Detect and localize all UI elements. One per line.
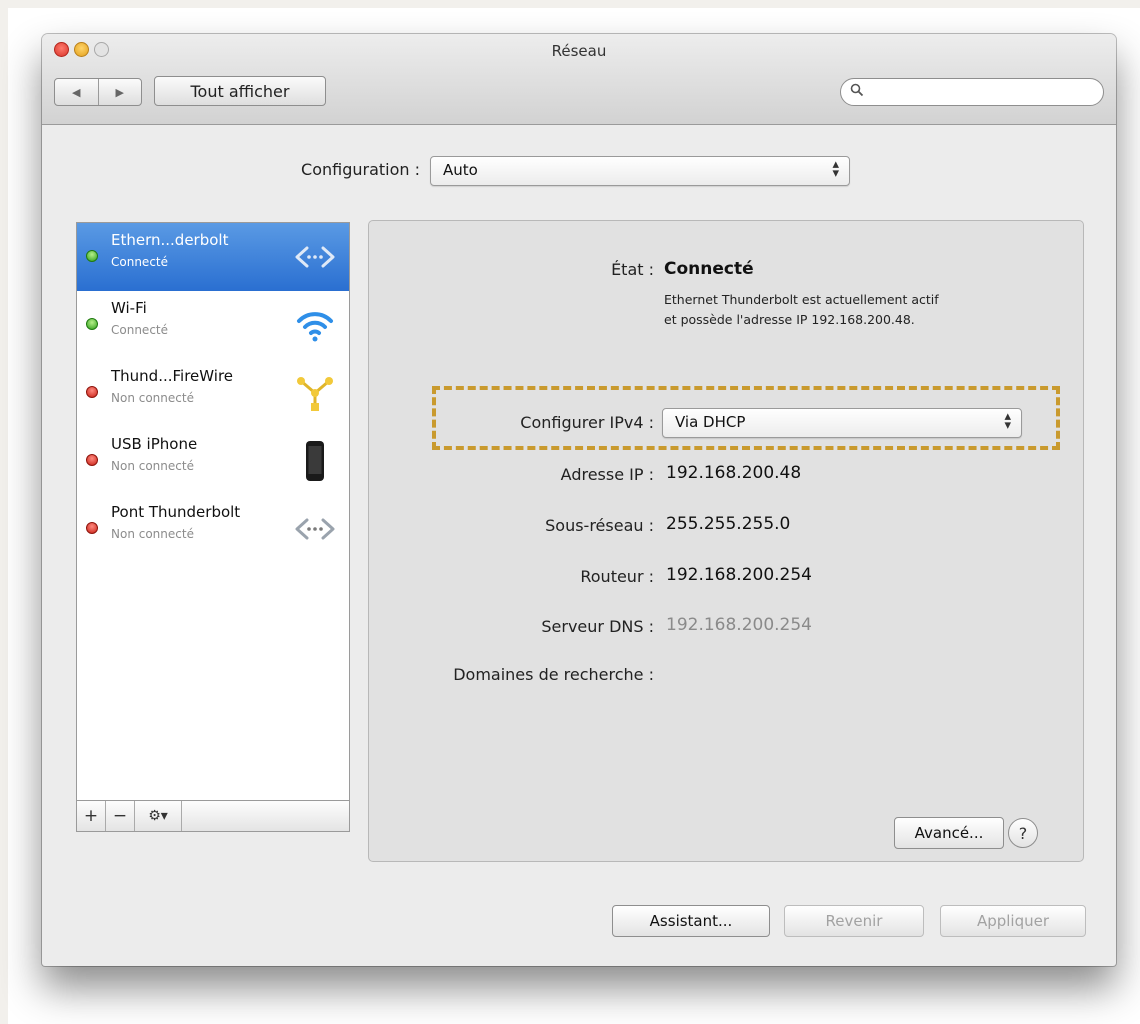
state-label: État : [611, 260, 654, 279]
status-dot-connected-icon [86, 318, 98, 330]
service-item-wifi[interactable]: Wi-Fi Connecté [77, 291, 349, 359]
forward-button[interactable]: ▶ [97, 79, 142, 105]
router-value: 192.168.200.254 [666, 565, 813, 585]
back-arrow-icon: ◀ [72, 85, 81, 99]
add-service-button[interactable]: + [77, 801, 106, 831]
service-name: Wi-Fi [111, 299, 147, 317]
status-dot-disconnected-icon [86, 454, 98, 466]
subnet-value: 255.255.255.0 [666, 514, 791, 534]
search-field[interactable] [840, 78, 1104, 106]
ip-address-label: Adresse IP : [560, 465, 654, 484]
router-label: Routeur : [580, 567, 654, 586]
advanced-button[interactable]: Avancé... [894, 817, 1004, 849]
service-item-ethernet-thunderbolt[interactable]: Ethern...derbolt Connecté [77, 223, 349, 291]
back-forward-buttons: ◀ ▶ [54, 78, 142, 106]
configuration-label: Configuration : [301, 160, 420, 179]
revert-button: Revenir [784, 905, 924, 937]
bridge-arrows-icon [295, 518, 335, 540]
ethernet-arrows-icon [295, 246, 335, 268]
configure-ipv4-label: Configurer IPv4 : [520, 413, 654, 432]
service-item-thunderbolt-bridge[interactable]: Pont Thunderbolt Non connecté [77, 495, 349, 563]
state-description-line1: Ethernet Thunderbolt est actuellement ac… [664, 292, 939, 307]
search-icon [850, 83, 864, 97]
remove-service-button[interactable]: − [106, 801, 135, 831]
iphone-icon [306, 441, 324, 481]
configuration-popup[interactable]: Auto ▴ ▾ [430, 156, 850, 186]
service-item-usb-iphone[interactable]: USB iPhone Non connecté [77, 427, 349, 495]
service-list-toolbar: + − ⚙▾ [77, 800, 349, 831]
status-dot-disconnected-icon [86, 386, 98, 398]
service-status: Connecté [111, 323, 168, 337]
search-domains-label: Domaines de recherche : [453, 665, 654, 684]
service-status: Connecté [111, 255, 168, 269]
service-status: Non connecté [111, 391, 194, 405]
dns-server-label: Serveur DNS : [541, 617, 654, 636]
configure-ipv4-popup[interactable]: Via DHCP ▴ ▾ [662, 408, 1022, 438]
dns-server-value: 192.168.200.254 [666, 615, 813, 635]
help-button[interactable]: ? [1008, 818, 1038, 848]
status-dot-disconnected-icon [86, 522, 98, 534]
assistant-button[interactable]: Assistant... [612, 905, 770, 937]
firewire-icon [297, 377, 333, 411]
service-list: Ethern...derbolt Connecté Wi-Fi Connecté… [76, 222, 350, 832]
service-name: USB iPhone [111, 435, 198, 453]
popup-arrows-icon: ▴ ▾ [1004, 409, 1011, 433]
service-status: Non connecté [111, 459, 194, 473]
service-name: Ethern...derbolt [111, 231, 229, 249]
service-name: Pont Thunderbolt [111, 503, 241, 521]
window-title: Réseau [551, 42, 607, 60]
back-button[interactable]: ◀ [55, 79, 98, 105]
state-description-line2: et possède l'adresse IP 192.168.200.48. [664, 312, 915, 327]
service-item-thunderbolt-firewire[interactable]: Thund...FireWire Non connecté [77, 359, 349, 427]
forward-arrow-icon: ▶ [115, 85, 124, 99]
title-bar: Réseau ◀ ▶ Tout afficher [42, 34, 1116, 125]
configuration-value: Auto [443, 161, 478, 179]
subnet-label: Sous-réseau : [545, 516, 654, 535]
service-status: Non connecté [111, 527, 194, 541]
service-name: Thund...FireWire [111, 367, 234, 385]
gear-menu-icon[interactable]: ⚙▾ [135, 801, 182, 831]
show-all-button[interactable]: Tout afficher [154, 76, 326, 106]
status-dot-connected-icon [86, 250, 98, 262]
network-preferences-window: Réseau ◀ ▶ Tout afficher Configuration :… [42, 34, 1116, 966]
configure-ipv4-value: Via DHCP [675, 413, 746, 431]
wifi-icon [297, 312, 333, 342]
state-value: Connecté [664, 259, 754, 279]
popup-arrows-icon: ▴ ▾ [832, 157, 839, 181]
ip-address-value: 192.168.200.48 [666, 463, 802, 483]
apply-button: Appliquer [940, 905, 1086, 937]
